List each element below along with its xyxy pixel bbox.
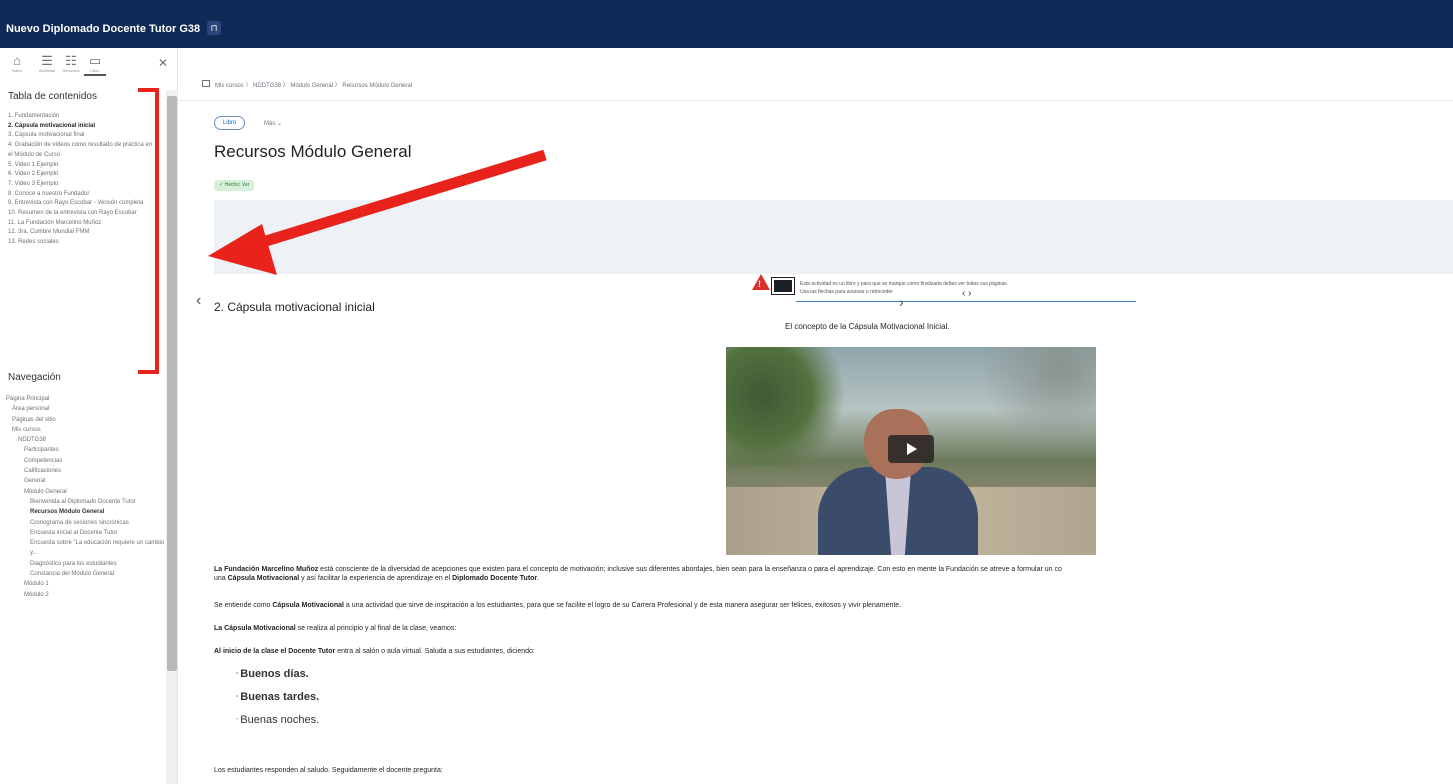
toc-item[interactable]: 11. La Fundación Marcelino Muñoz xyxy=(8,219,158,229)
toc-item[interactable]: 7. Video 3 Ejemplo xyxy=(8,180,158,190)
toc-item[interactable]: 1. Fundamentación xyxy=(8,112,158,122)
nav-tree-item[interactable]: Páginas del sitio xyxy=(6,415,166,425)
book-tool-icon[interactable]: ▭ Libro xyxy=(84,54,106,76)
nav-tree-item[interactable]: Bienvenida al Diplomado Docente Tutor xyxy=(6,497,166,507)
toc-heading: Tabla de contenidos xyxy=(8,91,97,102)
warning-icon xyxy=(752,274,770,290)
tab-libro[interactable]: Libro xyxy=(214,116,246,130)
video-speaker xyxy=(818,409,978,555)
main-content: Mis cursos 〉 NDDTG38 〉 Módulo General 〉 … xyxy=(178,48,1453,784)
toc-item[interactable]: 9. Entrevista con Rayo Escobar - Versión… xyxy=(8,199,158,209)
paragraph-5: Los estudiantes responden al saludo. Seg… xyxy=(214,767,443,774)
nav-tree-item[interactable]: Competencias xyxy=(6,456,166,466)
breadcrumb[interactable]: Mis cursos 〉 NDDTG38 〉 Módulo General 〉 … xyxy=(215,80,412,89)
completion-badge: ✓ Hecho: Ver xyxy=(214,180,255,191)
toc-item[interactable]: 5. Video 1 Ejemplo xyxy=(8,161,158,171)
chapter-title: 2. Cápsula motivacional inicial xyxy=(214,300,375,314)
nav-tree-item[interactable]: Área personal xyxy=(6,404,166,414)
paragraph-4: Al inicio de la clase el Docente Tutor e… xyxy=(214,648,535,655)
nav-tree-item[interactable]: Módulo 1 xyxy=(6,579,166,589)
course-title[interactable]: Nuevo Diplomado Docente Tutor G38 xyxy=(6,23,200,35)
play-button[interactable] xyxy=(888,435,934,463)
nav-tree-item[interactable]: Constancia del Módulo General xyxy=(6,569,166,579)
chapter-subheading: El concepto de la Cápsula Motivacional I… xyxy=(785,322,950,331)
top-navbar: Nuevo Diplomado Docente Tutor G38 ⊓ xyxy=(0,0,1453,48)
nav-tree-item[interactable]: Encuesta sobre "La educación requiere un… xyxy=(6,538,166,559)
nav-tree-item[interactable]: Módulo 2 xyxy=(6,590,166,600)
computer-icon xyxy=(771,277,795,295)
activity-notice: ! Esta actividad es un libro y para que … xyxy=(214,200,1453,302)
nav-tree-item[interactable]: Calificaciones xyxy=(6,466,166,476)
paragraph-3: La Cápsula Motivacional se realiza al pr… xyxy=(214,625,457,632)
nav-tree-item[interactable]: General xyxy=(6,476,166,486)
table-of-contents: 1. Fundamentación 2. Cápsula motivacional… xyxy=(8,112,158,248)
list-item: Buenos días. xyxy=(236,668,319,680)
nav-tree-item[interactable]: Módulo General xyxy=(6,487,166,497)
paragraph-1: La Fundación Marcelino Muñoz está consci… xyxy=(214,566,1062,582)
close-icon[interactable]: ✕ xyxy=(158,56,168,70)
video-tree-right xyxy=(976,347,1096,447)
warning-mark: ! xyxy=(758,279,761,289)
notice-arrows: ‹ › xyxy=(962,288,972,299)
course-index-drawer: ⌂ Índice ☰ Actividad ☷ Recursos ▭ Libro ✕ Ta… xyxy=(0,48,178,784)
nav-tree-item[interactable]: Página Principal xyxy=(6,394,166,404)
navigation-tree: Página Principal Área personal Páginas del… xyxy=(6,394,166,600)
toc-item[interactable]: 2. Cápsula motivacional inicial xyxy=(8,122,158,132)
toc-item[interactable]: 10. Resumen de la entrevista con Rayo Es… xyxy=(8,209,158,219)
home-icon[interactable] xyxy=(202,80,210,87)
nav-tree-item[interactable]: NDDTG38 xyxy=(6,435,166,445)
toc-item[interactable]: 3. Cápsula motivacional final xyxy=(8,131,158,141)
previous-chapter-icon[interactable]: ‹ xyxy=(196,292,201,310)
toc-item[interactable]: 13. Redes sociales xyxy=(8,238,158,248)
notice-text: Esta actividad es un libro y para que se… xyxy=(800,281,1009,295)
nav-tree-item[interactable]: Encuesta inicial al Docente Tutor xyxy=(6,528,166,538)
next-chapter-icon[interactable]: › xyxy=(899,294,904,310)
nav-tree-item[interactable]: Participantes xyxy=(6,445,166,455)
list-item: Buenas noches. xyxy=(236,714,319,726)
notice-underline xyxy=(796,301,1136,302)
nav-tree-item[interactable]: Mis cursos xyxy=(6,425,166,435)
drawer-scrollbar-thumb[interactable] xyxy=(167,96,177,671)
navigation-heading: Navegación xyxy=(8,372,61,383)
index-tool-icon[interactable]: ⌂ Índice xyxy=(6,54,28,76)
header-divider xyxy=(178,100,1453,101)
resources-tool-icon[interactable]: ☷ Recursos xyxy=(60,54,82,76)
tab-mas[interactable]: Más ⌄ xyxy=(264,120,282,127)
toc-item[interactable]: 6. Video 2 Ejemplo xyxy=(8,170,158,180)
nav-tree-item[interactable]: Diagnóstico para los estudiantes xyxy=(6,559,166,569)
toc-item[interactable]: 12. 3ra. Cumbre Mundial FMM xyxy=(8,228,158,238)
pin-icon[interactable]: ⊓ xyxy=(207,21,221,35)
toc-item[interactable]: 8. Conoce a nuestro Fundador xyxy=(8,190,158,200)
video-player[interactable] xyxy=(726,347,1096,555)
page-title: Recursos Módulo General xyxy=(214,142,412,161)
toc-item[interactable]: 4. Grabación de vídeos como resultado de… xyxy=(8,141,158,160)
greetings-list: Buenos días. Buenas tardes. Buenas noche… xyxy=(236,668,319,737)
list-item: Buenas tardes. xyxy=(236,691,319,703)
activity-tool-icon[interactable]: ☰ Actividad xyxy=(36,54,58,76)
nav-tree-item[interactable]: Cronograma de sesiones sincrónicas xyxy=(6,518,166,528)
play-icon xyxy=(907,443,917,455)
paragraph-2: Se entiende como Cápsula Motivacional a … xyxy=(214,602,902,609)
drawer-toolbar: ⌂ Índice ☰ Actividad ☷ Recursos ▭ Libro xyxy=(6,54,166,76)
nav-tree-item[interactable]: Recursos Módulo General xyxy=(6,507,166,517)
